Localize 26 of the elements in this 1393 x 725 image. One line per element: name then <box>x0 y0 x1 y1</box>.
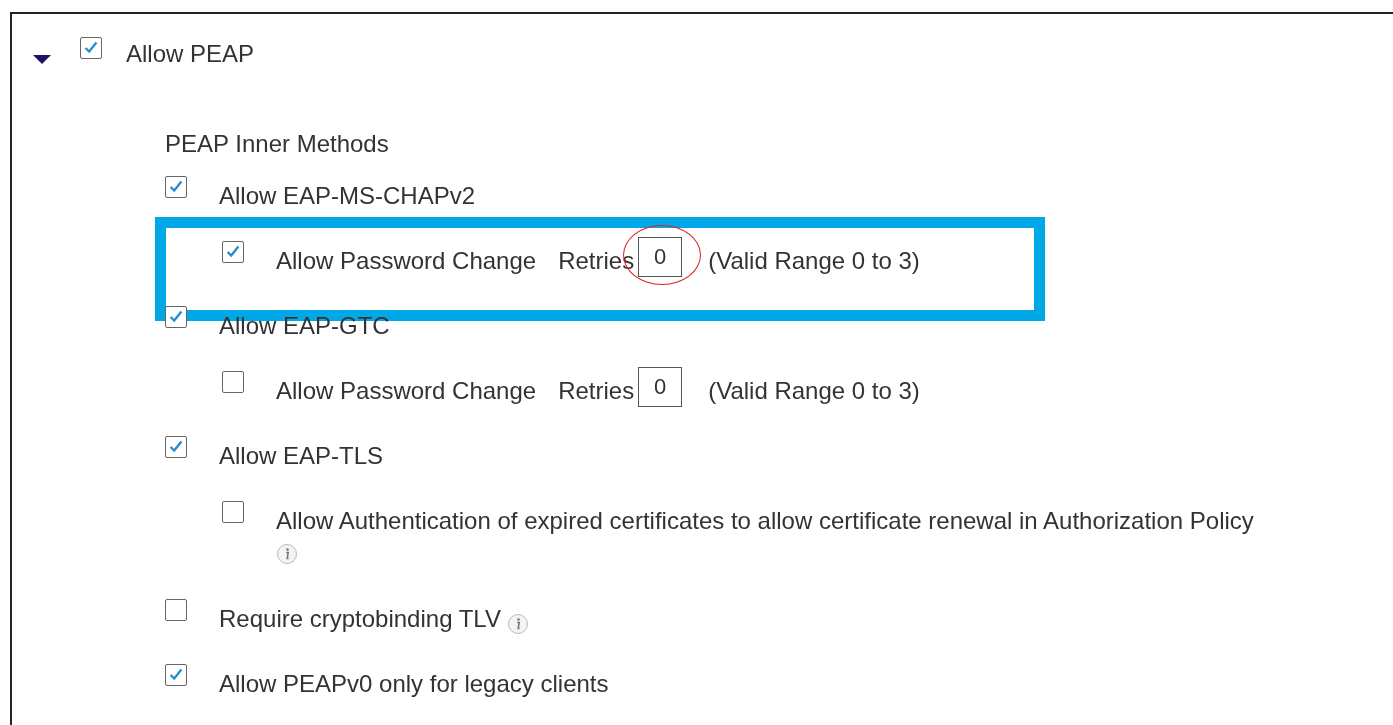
checkbox[interactable] <box>165 436 187 458</box>
checkbox-label: Allow Password Change <box>276 377 537 405</box>
checkbox-label: Allow PEAP <box>126 40 255 68</box>
checkbox[interactable] <box>165 664 187 686</box>
checkbox[interactable] <box>80 37 102 59</box>
caret-icon[interactable] <box>33 55 51 65</box>
checkbox-label: Allow EAP-MS-CHAPv2 <box>219 182 476 210</box>
checkbox-label: Require cryptobinding TLV <box>219 605 501 633</box>
checkbox[interactable] <box>222 371 244 393</box>
retries-label: Retries <box>558 377 635 405</box>
section-heading: PEAP Inner Methods <box>165 129 390 159</box>
info-icon[interactable] <box>276 543 298 565</box>
info-icon[interactable] <box>506 613 529 635</box>
checkbox-label: Allow EAP-TLS <box>219 442 384 470</box>
checkbox[interactable] <box>165 599 187 621</box>
checkbox[interactable] <box>222 501 244 523</box>
retries-field[interactable]: 0 <box>638 367 683 407</box>
checkbox[interactable] <box>165 176 187 198</box>
checkbox-label: Allow PEAPv0 only for legacy clients <box>219 670 609 698</box>
checkbox-label: Allow Authentication of expired certificates to allow certificate renewal in Authorization Policy <box>276 507 1254 535</box>
retries-field[interactable]: 0 <box>638 237 683 277</box>
checkbox-label: Allow Password Change <box>276 247 537 275</box>
checkbox[interactable] <box>222 241 244 263</box>
checkbox[interactable] <box>165 306 187 328</box>
range-hint: (Valid Range 0 to 3) <box>708 247 920 275</box>
range-hint: (Valid Range 0 to 3) <box>708 377 920 405</box>
